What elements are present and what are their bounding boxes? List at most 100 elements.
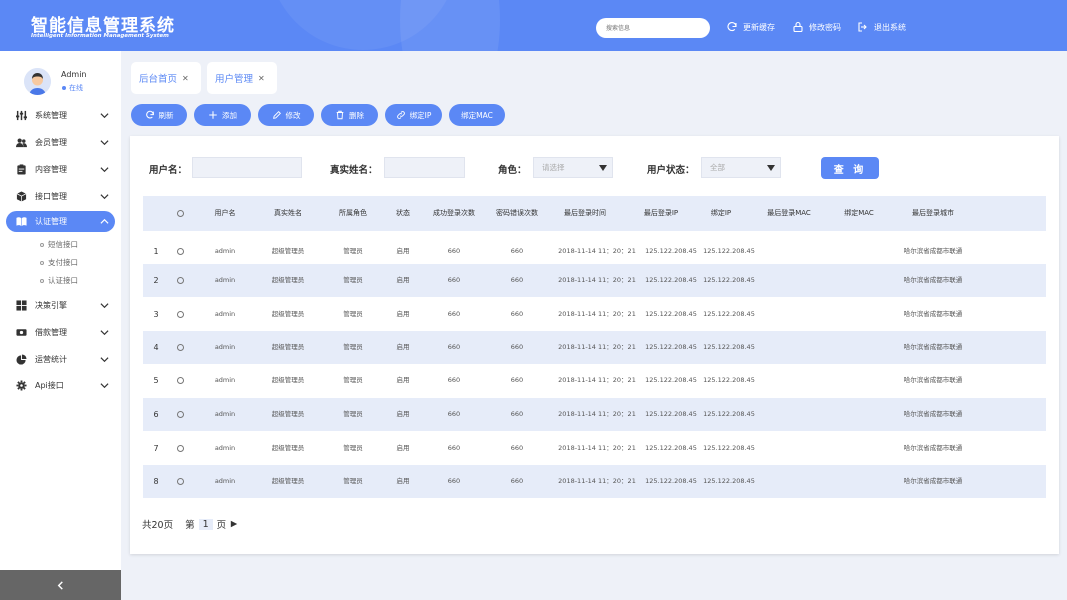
sidebar-item-api[interactable]: Api接口 [6, 375, 115, 396]
table-row[interactable]: 6 admin 超级管理员 管理员 启用 660 660 2018-11-14 11：20：2… [143, 398, 1046, 431]
cell-last-ip: 125.122.208.45 [645, 310, 697, 318]
tab-user-management[interactable]: 用户管理 ✕ [207, 62, 277, 94]
role-select[interactable]: 请选择 [533, 157, 613, 178]
sidebar-collapse-button[interactable] [0, 570, 121, 600]
close-icon[interactable]: ✕ [258, 74, 265, 83]
bind-ip-button[interactable]: 绑定IP [385, 104, 442, 126]
column-header: 绑定MAC [844, 209, 874, 217]
cell-role: 管理员 [343, 376, 363, 384]
cell-last-time: 2018-11-14 11：20：21 [558, 276, 636, 284]
cell-username: admin [214, 276, 236, 284]
sidebar-item-label: 决策引擎 [35, 301, 67, 310]
cell-username: admin [214, 444, 236, 452]
pencil-icon [272, 111, 281, 119]
table-row[interactable]: 4 admin 超级管理员 管理员 启用 660 660 2018-11-14 11：20：2… [143, 331, 1046, 364]
windows-icon [16, 300, 27, 311]
caret-down-icon [767, 165, 775, 171]
cell-role: 管理员 [343, 343, 363, 351]
money-icon [16, 327, 27, 338]
search-input[interactable] [596, 18, 710, 38]
sidebar-item-label: Api接口 [35, 381, 64, 390]
sidebar-subitem-label: 认证接口 [48, 276, 78, 285]
column-header: 成功登录次数 [433, 209, 475, 217]
cell-status: 启用 [396, 477, 410, 485]
username-input[interactable] [192, 157, 302, 178]
change-password-button[interactable]: 修改密码 [792, 21, 841, 33]
sidebar-item-members[interactable]: 会员管理 [6, 132, 115, 153]
cell-last-mac [755, 264, 823, 297]
cell-last-ip: 125.122.208.45 [645, 276, 697, 284]
select-all-radio[interactable] [177, 210, 184, 217]
edit-label: 修改 [285, 110, 301, 120]
row-index: 3 [153, 310, 159, 319]
sidebar-subitem-sms[interactable]: 短信接口 [40, 239, 78, 250]
sidebar-item-stats[interactable]: 运营统计 [6, 349, 115, 370]
sidebar-item-loans[interactable]: 借款管理 [6, 322, 115, 343]
status-select[interactable]: 全部 [701, 157, 781, 178]
sidebar-item-label: 会员管理 [35, 138, 67, 147]
cell-bind-ip: 125.122.208.45 [703, 276, 755, 284]
sidebar-item-system[interactable]: 系统管理 [6, 105, 115, 126]
row-select-radio[interactable] [177, 377, 184, 384]
play-next-icon[interactable] [230, 520, 238, 528]
row-select-radio[interactable] [177, 248, 184, 255]
table-row[interactable]: 2 admin 超级管理员 管理员 启用 660 660 2018-11-14 11：20：2… [143, 264, 1046, 297]
cell-username: admin [214, 310, 236, 318]
chevron-down-icon [100, 357, 109, 363]
sidebar-item-decision[interactable]: 决策引擎 [6, 295, 115, 316]
delete-button[interactable]: 删除 [321, 104, 378, 126]
table-row[interactable]: 5 admin 超级管理员 管理员 启用 660 660 2018-11-14 11：20：2… [143, 364, 1046, 397]
row-select-radio[interactable] [177, 344, 184, 351]
cell-errors: 660 [510, 310, 524, 318]
logout-button[interactable]: 退出系统 [857, 21, 906, 33]
row-select-radio[interactable] [177, 445, 184, 452]
column-header: 最后登录时间 [564, 209, 606, 217]
row-select-radio[interactable] [177, 478, 184, 485]
cell-last-ip: 125.122.208.45 [645, 444, 697, 452]
current-page[interactable]: 1 [198, 518, 213, 530]
column-header: 所属角色 [339, 209, 367, 217]
realname-input[interactable] [384, 157, 465, 178]
sidebar-subitem-auth[interactable]: 认证接口 [40, 275, 78, 286]
query-button[interactable]: 查 询 [821, 157, 879, 179]
cell-last-mac [755, 432, 823, 465]
refresh-label: 刷新 [158, 110, 174, 120]
cell-success: 660 [447, 276, 461, 284]
bind-mac-button[interactable]: 绑定MAC [449, 104, 505, 126]
table-row[interactable]: 3 admin 超级管理员 管理员 启用 660 660 2018-11-14 11：20：2… [143, 298, 1046, 331]
cell-city: 哈尔滨省成都市联通 [903, 410, 963, 418]
pie-chart-icon [16, 354, 27, 365]
tab-home[interactable]: 后台首页 ✕ [131, 62, 201, 94]
close-icon[interactable]: ✕ [182, 74, 189, 83]
row-select-radio[interactable] [177, 411, 184, 418]
sidebar-subitem-payment[interactable]: 支付接口 [40, 257, 78, 268]
row-select-radio[interactable] [177, 311, 184, 318]
column-header: 真实姓名 [274, 209, 302, 217]
refresh-cache-button[interactable]: 更新缓存 [726, 21, 775, 33]
header-decoration [400, 0, 500, 51]
cell-status: 启用 [396, 376, 410, 384]
row-select-radio[interactable] [177, 277, 184, 284]
sidebar-item-content[interactable]: 内容管理 [6, 159, 115, 180]
add-button[interactable]: 添加 [194, 104, 251, 126]
logout-icon [858, 22, 867, 32]
cell-status: 启用 [396, 310, 410, 318]
cell-bind-mac [833, 432, 885, 465]
refresh-button[interactable]: 刷新 [131, 104, 187, 126]
bullet-icon [40, 260, 44, 265]
pagination: 共20页 第 1 页 [142, 517, 238, 531]
sidebar-item-auth[interactable]: 认证管理 [6, 211, 115, 232]
edit-button[interactable]: 修改 [258, 104, 314, 126]
cell-realname: 超级管理员 [271, 376, 305, 384]
cell-last-time: 2018-11-14 11：20：21 [558, 343, 636, 351]
cell-realname: 超级管理员 [271, 276, 305, 284]
sidebar-item-interface[interactable]: 接口管理 [6, 186, 115, 207]
table-row[interactable]: 8 admin 超级管理员 管理员 启用 660 660 2018-11-14 11：20：2… [143, 465, 1046, 498]
cell-last-ip: 125.122.208.45 [645, 376, 697, 384]
cell-bind-ip: 125.122.208.45 [703, 477, 755, 485]
table-row[interactable]: 7 admin 超级管理员 管理员 启用 660 660 2018-11-14 11：20：2… [143, 432, 1046, 465]
status-filter-label: 用户状态： [647, 165, 695, 176]
user-status: 在线 [62, 83, 83, 93]
app-subtitle: Intelligent Information Management Syste… [31, 33, 169, 39]
cell-last-time: 2018-11-14 11：20：21 [558, 376, 636, 384]
